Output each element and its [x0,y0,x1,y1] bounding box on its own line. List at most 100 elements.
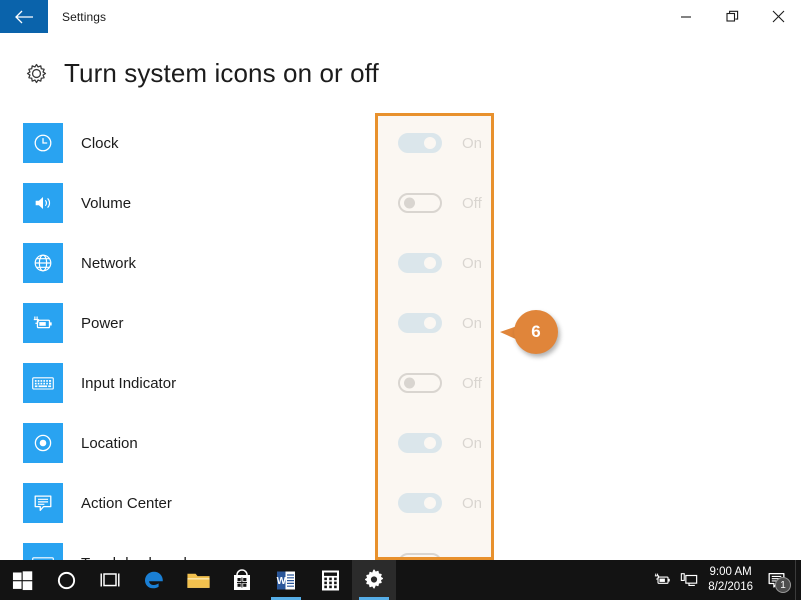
action-center-icon [23,483,63,523]
window-controls [663,0,801,33]
toggle-cell: Off [398,353,482,413]
folder-icon [186,573,210,588]
network-globe-icon [23,243,63,283]
store-bag-icon [234,568,250,590]
title-bar: Settings [0,0,801,33]
restore-icon [725,10,738,22]
back-arrow-icon [15,10,33,23]
windows-logo-icon [12,570,32,590]
action-center-button[interactable]: 1 [757,560,795,600]
close-icon [772,10,784,23]
list-item[interactable]: Power On [0,293,801,353]
toggle-cell: On [398,113,482,173]
toggle-cell: On [398,413,482,473]
page-header: Turn system icons on or off [0,48,801,98]
page-title: Turn system icons on or off [64,57,379,88]
toggle-switch[interactable] [398,193,442,213]
list-item[interactable]: Location On [0,413,801,473]
list-item-label: Power [81,314,124,332]
power-plug-battery-icon[interactable] [650,560,676,600]
list-item-label: Network [81,254,137,272]
toggle-cell: On [398,233,482,293]
list-item[interactable]: Touch keyboard Off [0,533,801,560]
toggle-switch[interactable] [398,433,442,453]
toggle-knob [424,317,436,329]
toggle-switch[interactable] [398,553,442,560]
list-item-label: Volume [81,194,132,212]
cortana-button[interactable] [44,560,88,600]
network-pc-icon[interactable] [676,560,702,600]
list-item-label: Input Indicator [81,374,177,392]
edge-button[interactable] [132,560,176,600]
toggle-knob [424,497,436,509]
system-icons-list: Clock On Volume Off Network On Power On … [0,113,801,560]
volume-icon [23,183,63,223]
calculator-icon [321,570,339,590]
taskbar: W 9:00 AM 8/2/2016 1 [0,560,801,600]
task-view-button[interactable] [88,560,132,600]
list-item-label: Location [81,434,138,452]
list-item[interactable]: Clock On [0,113,801,173]
show-desktop-button[interactable] [795,560,801,600]
list-item[interactable]: Action Center On [0,473,801,533]
toggle-switch[interactable] [398,313,442,333]
notification-badge: 1 [775,577,791,593]
edge-icon [145,571,163,589]
settings-button[interactable] [352,560,396,600]
word-button[interactable]: W [264,560,308,600]
toggle-cell: On [398,473,482,533]
start-button[interactable] [0,560,44,600]
restore-button[interactable] [709,0,755,33]
list-item-label: Action Center [81,494,172,512]
minimize-button[interactable] [663,0,709,33]
toggle-knob [424,137,436,149]
power-battery-icon [23,303,63,343]
toggle-state-label: On [462,134,483,152]
list-item[interactable]: Volume Off [0,173,801,233]
toggle-state-label: Off [462,374,482,392]
location-icon [23,423,63,463]
calculator-button[interactable] [308,560,352,600]
callout-number: 6 [514,310,558,354]
toggle-state-label: Off [462,194,482,212]
minimize-icon [681,15,691,18]
toggle-state-label: On [462,494,483,512]
toggle-state-label: On [462,254,483,272]
toggle-knob [424,257,436,269]
toggle-state-label: On [462,434,483,452]
keyboard-icon [23,363,63,403]
toggle-cell: Off [398,173,482,233]
clock-icon [23,123,63,163]
toggle-knob [424,437,436,449]
callout-marker: 6 [500,306,562,362]
file-explorer-button[interactable] [176,560,220,600]
toggle-switch[interactable] [398,253,442,273]
list-item[interactable]: Input Indicator Off [0,353,801,413]
clock-time: 9:00 AM [709,566,752,578]
word-icon: W [277,571,295,589]
svg-text:W: W [277,576,287,587]
close-button[interactable] [755,0,801,33]
taskbar-clock[interactable]: 9:00 AM 8/2/2016 [708,565,753,595]
settings-window: Settings Turn system icons on or off Clo… [0,0,801,600]
toggle-cell: On [398,293,482,353]
toggle-knob [404,197,415,209]
list-item-label: Clock [81,134,119,152]
gear-icon [365,569,383,589]
system-tray: 9:00 AM 8/2/2016 1 [650,560,801,600]
toggle-knob [404,377,415,389]
store-button[interactable] [220,560,264,600]
toggle-switch[interactable] [398,373,442,393]
keyboard-icon [23,543,63,560]
toggle-state-label: On [462,314,483,332]
toggle-switch[interactable] [398,133,442,153]
toggle-switch[interactable] [398,493,442,513]
clock-date: 8/2/2016 [708,581,753,593]
task-view-icon [100,573,120,587]
circle-icon [57,571,75,589]
toggle-cell: Off [398,533,482,560]
back-button[interactable] [0,0,48,33]
app-title: Settings [62,9,107,24]
gear-icon [23,60,49,86]
list-item[interactable]: Network On [0,233,801,293]
